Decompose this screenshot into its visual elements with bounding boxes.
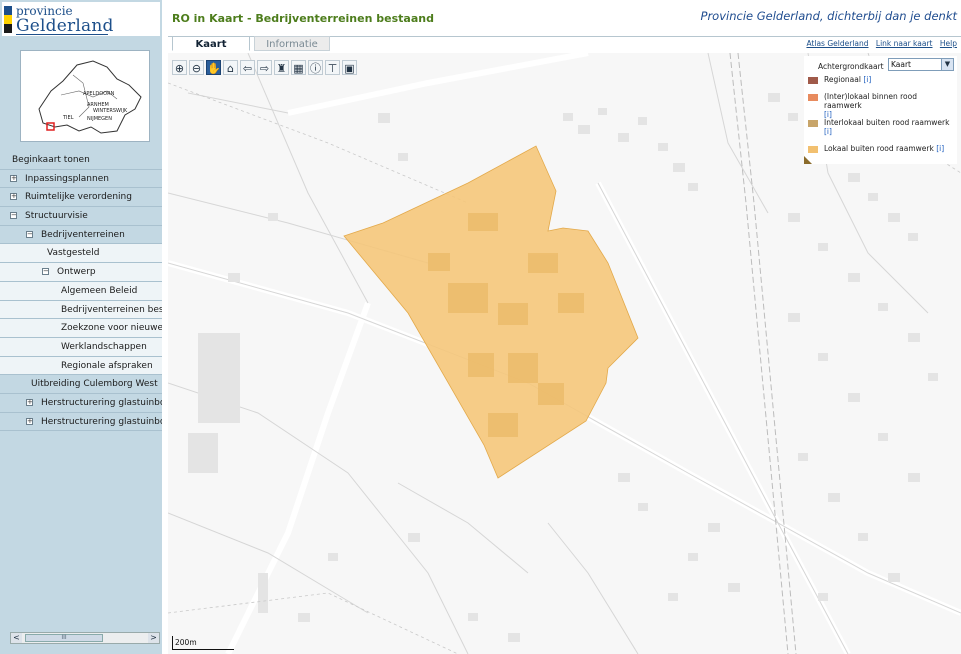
logo-text-line2: Gelderland <box>16 16 114 36</box>
tree-node-structuurvisie[interactable]: − Structuurvisie <box>0 207 162 226</box>
legend-label: Interlokaal buiten rood raamwerk <box>824 118 950 127</box>
legend-swatch <box>808 94 818 101</box>
scale-bar: 200m <box>172 636 234 650</box>
overview-map-svg: APELDOORN ARNHEM WINTERSWIJK NIJMEGEN TI… <box>38 60 142 134</box>
expand-icon[interactable]: + <box>26 417 33 425</box>
tree-node-label: Zoekzone voor nieuwe bedrijventerreinen <box>61 323 162 334</box>
tree-node-label: Bedrijventerreinen bestaand <box>61 304 162 315</box>
map-legend: Achtergrondkaart Kaart ▼ Regionaal [i] (… <box>804 56 957 164</box>
overview-label-winterswijk: WINTERSWIJK <box>93 108 128 114</box>
tab-kaart[interactable]: Kaart <box>172 36 250 51</box>
tree-node-algemeen-beleid[interactable]: Algemeen Beleid <box>0 281 162 301</box>
tree-node-uitbreiding-culemborg-west[interactable]: Uitbreiding Culemborg West <box>0 375 162 394</box>
scroll-thumb[interactable]: III <box>25 634 103 642</box>
tree-node-label: Uitbreiding Culemborg West <box>31 379 158 390</box>
tree-node-label: Ontwerp <box>57 267 96 278</box>
app-window: provincie Gelderland APELDOORN ARNHEM WI… <box>0 0 961 654</box>
tree-node-werklandschappen[interactable]: Werklandschappen <box>0 337 162 357</box>
top-links: Atlas Gelderland Link naar kaart Help <box>801 39 957 48</box>
legend-info-link[interactable]: [i] <box>824 127 832 136</box>
binoculars-icon[interactable]: ♜ <box>274 60 289 75</box>
tree-node-inpassingsplannen[interactable]: + Inpassingsplannen <box>0 170 162 189</box>
expand-icon[interactable]: + <box>10 174 17 182</box>
tree-node-label: Herstructurering glastuinbouw <box>41 416 162 427</box>
legend-info-link[interactable]: [i] <box>936 144 944 153</box>
logo-bar-black <box>4 24 12 33</box>
legend-info-link[interactable]: [i] <box>863 75 871 84</box>
background-map-select[interactable]: Kaart ▼ <box>888 58 954 71</box>
expand-icon[interactable]: + <box>26 398 33 406</box>
forward-arrow-icon[interactable]: ⇨ <box>257 60 272 75</box>
link-help[interactable]: Help <box>940 39 957 48</box>
legend-resize-handle[interactable] <box>804 156 812 164</box>
back-arrow-icon[interactable]: ⇦ <box>240 60 255 75</box>
logo-color-bars <box>4 6 12 34</box>
sidebar: provincie Gelderland APELDOORN ARNHEM WI… <box>0 0 162 654</box>
tree-node-ruimtelijke-verordening[interactable]: + Ruimtelijke verordening <box>0 188 162 208</box>
overview-map[interactable]: APELDOORN ARNHEM WINTERSWIJK NIJMEGEN TI… <box>20 50 150 142</box>
map-canvas[interactable]: Achtergrondkaart Kaart ▼ Regionaal [i] (… <box>168 53 961 654</box>
tree-node-label: Ruimtelijke verordening <box>25 192 132 203</box>
zoom-extent-icon[interactable]: ⌂ <box>223 60 238 75</box>
pan-hand-icon[interactable]: ✋ <box>206 60 221 75</box>
link-atlas-gelderland[interactable]: Atlas Gelderland <box>806 39 868 48</box>
overview-label-nijmegen: NIJMEGEN <box>87 116 112 122</box>
tree-node-label: Vastgesteld <box>47 248 100 259</box>
tab-informatie[interactable]: Informatie <box>254 36 330 51</box>
logo-underline <box>16 34 108 35</box>
tree-node-label: Regionale afspraken <box>61 360 153 371</box>
layer-tree: Beginkaart tonen + Inpassingsplannen + Ruimt… <box>0 151 162 432</box>
legend-swatch <box>808 120 818 127</box>
province-slogan: Provincie Gelderland, dichterbij dan je … <box>700 9 957 23</box>
info-icon[interactable]: ⓘ <box>308 60 323 75</box>
background-map-label: Achtergrondkaart <box>818 62 884 71</box>
tree-node-bedrijventerreinen-bestaand[interactable]: Bedrijventerreinen bestaand <box>0 300 162 320</box>
tree-node-label: Beginkaart tonen <box>12 155 90 165</box>
select-area-icon[interactable]: ▦ <box>291 60 306 75</box>
scroll-left-button[interactable]: < <box>11 633 22 643</box>
tree-node-regionale-afspraken[interactable]: Regionale afspraken <box>0 356 162 376</box>
tree-node-label: Herstructurering glastuinbouw <box>41 397 162 408</box>
page-title: RO in Kaart - Bedrijventerreinen bestaan… <box>172 12 434 25</box>
province-logo[interactable]: provincie Gelderland <box>2 2 160 36</box>
legend-label: (Inter)lokaal binnen rood raamwerk <box>824 92 917 110</box>
overview-label-tiel: TIEL <box>62 115 74 121</box>
print-icon[interactable]: ▣ <box>342 60 357 75</box>
tree-node-herstructurering-glastuinbouw[interactable]: + Herstructurering glastuinbouw <box>0 394 162 413</box>
expand-icon[interactable]: + <box>10 193 17 201</box>
sidebar-horizontal-scrollbar[interactable]: < III > <box>10 632 160 644</box>
tree-node-ontwerp[interactable]: − Ontwerp <box>0 263 162 282</box>
zoom-in-icon[interactable]: ⊕ <box>172 60 187 75</box>
scroll-right-button[interactable]: > <box>148 633 159 643</box>
zoom-out-icon[interactable]: ⊖ <box>189 60 204 75</box>
tree-node-label: Algemeen Beleid <box>61 285 138 296</box>
link-naar-kaart[interactable]: Link naar kaart <box>876 39 933 48</box>
pdf-icon[interactable]: ⊤ <box>325 60 340 75</box>
legend-label: Regionaal <box>824 75 861 84</box>
tree-node-beginkaart-tonen[interactable]: Beginkaart tonen <box>0 151 162 170</box>
tree-node-label: Bedrijventerreinen <box>41 229 125 240</box>
tree-node-label: Werklandschappen <box>61 341 147 352</box>
chevron-down-icon[interactable]: ▼ <box>941 59 953 70</box>
tree-node-label: Structuurvisie <box>25 211 88 222</box>
logo-bar-blue <box>4 6 12 15</box>
tree-node-label: Inpassingsplannen <box>25 173 109 184</box>
overview-label-apeldoorn: APELDOORN <box>83 91 115 97</box>
legend-swatch <box>808 146 818 153</box>
legend-label: Lokaal buiten rood raamwerk <box>824 144 934 153</box>
collapse-icon[interactable]: − <box>26 230 33 238</box>
tree-node-vastgesteld[interactable]: Vastgesteld <box>0 244 162 264</box>
tree-node-zoekzone-voor-nieuwe-bedrijventerreinen[interactable]: Zoekzone voor nieuwe bedrijventerreinen <box>0 319 162 338</box>
logo-bar-yellow <box>4 15 12 24</box>
collapse-icon[interactable]: − <box>10 212 17 220</box>
background-map-value: Kaart <box>891 60 912 69</box>
tree-node-bedrijventerreinen[interactable]: − Bedrijventerreinen <box>0 226 162 245</box>
legend-swatch <box>808 77 818 84</box>
tree-node-herstructurering-glastuinbouw[interactable]: + Herstructurering glastuinbouw <box>0 413 162 432</box>
collapse-icon[interactable]: − <box>42 268 49 276</box>
